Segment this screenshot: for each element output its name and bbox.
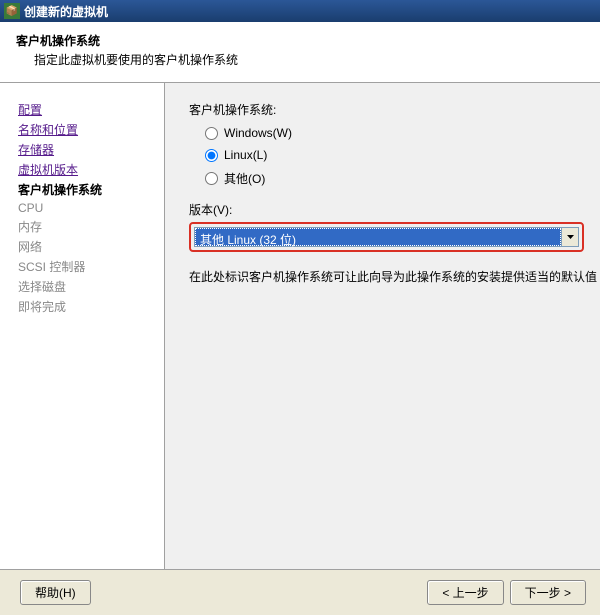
next-button[interactable]: 下一步 > [510,580,586,605]
radio-windows-input[interactable] [205,127,218,140]
sidebar-step-4[interactable]: 客户机操作系统 [18,181,164,198]
sidebar-step-9: 选择磁盘 [18,278,164,295]
radio-other[interactable]: 其他(O) [205,170,600,187]
titlebar: 📦 创建新的虚拟机 [0,0,600,22]
radio-windows-label: Windows(W) [224,126,292,140]
help-button[interactable]: 帮助(H) [20,580,91,605]
wizard-content: 配置名称和位置存储器虚拟机版本客户机操作系统 CPU 内存网络 SCSI 控制器选择磁… [0,83,600,608]
page-title: 客户机操作系统 [16,32,584,49]
sidebar-step-1[interactable]: 名称和位置 [18,121,164,138]
radio-linux-label: Linux(L) [224,148,267,162]
wizard-footer: 帮助(H) < 上一步 下一步 > [0,569,600,615]
wizard-header: 客户机操作系统 指定此虚拟机要使用的客户机操作系统 [0,22,600,83]
sidebar-step-7: 网络 [18,238,164,255]
radio-linux[interactable]: Linux(L) [205,148,600,162]
wizard-steps-sidebar: 配置名称和位置存储器虚拟机版本客户机操作系统 CPU 内存网络 SCSI 控制器选择磁… [0,83,165,608]
radio-linux-input[interactable] [205,149,218,162]
sidebar-step-2[interactable]: 存储器 [18,141,164,158]
chevron-down-icon [567,235,574,239]
window-title: 创建新的虚拟机 [24,3,108,20]
version-highlight: 其他 Linux (32 位) [189,222,584,252]
app-icon: 📦 [4,3,20,19]
version-select-value: 其他 Linux (32 位) [195,228,561,246]
guest-os-label: 客户机操作系统: [189,101,600,118]
helper-text: 在此处标识客户机操作系统可让此向导为此操作系统的安装提供适当的默认值 [189,268,600,285]
version-select-button[interactable] [561,228,578,246]
sidebar-step-0[interactable]: 配置 [18,101,164,118]
version-select[interactable]: 其他 Linux (32 位) [194,227,579,247]
radio-other-input[interactable] [205,172,218,185]
sidebar-step-6: 内存 [18,218,164,235]
sidebar-step-3[interactable]: 虚拟机版本 [18,161,164,178]
version-label: 版本(V): [189,201,600,218]
sidebar-step-10: 即将完成 [18,298,164,315]
guest-os-radio-group: Windows(W) Linux(L) 其他(O) [189,126,600,187]
wizard-main-panel: 客户机操作系统: Windows(W) Linux(L) 其他(O) 版本(V)… [165,83,600,608]
radio-windows[interactable]: Windows(W) [205,126,600,140]
back-button[interactable]: < 上一步 [427,580,503,605]
radio-other-label: 其他(O) [224,170,265,187]
page-subtitle: 指定此虚拟机要使用的客户机操作系统 [16,51,584,68]
sidebar-step-8: SCSI 控制器 [18,258,164,275]
sidebar-step-5: CPU [18,201,164,215]
